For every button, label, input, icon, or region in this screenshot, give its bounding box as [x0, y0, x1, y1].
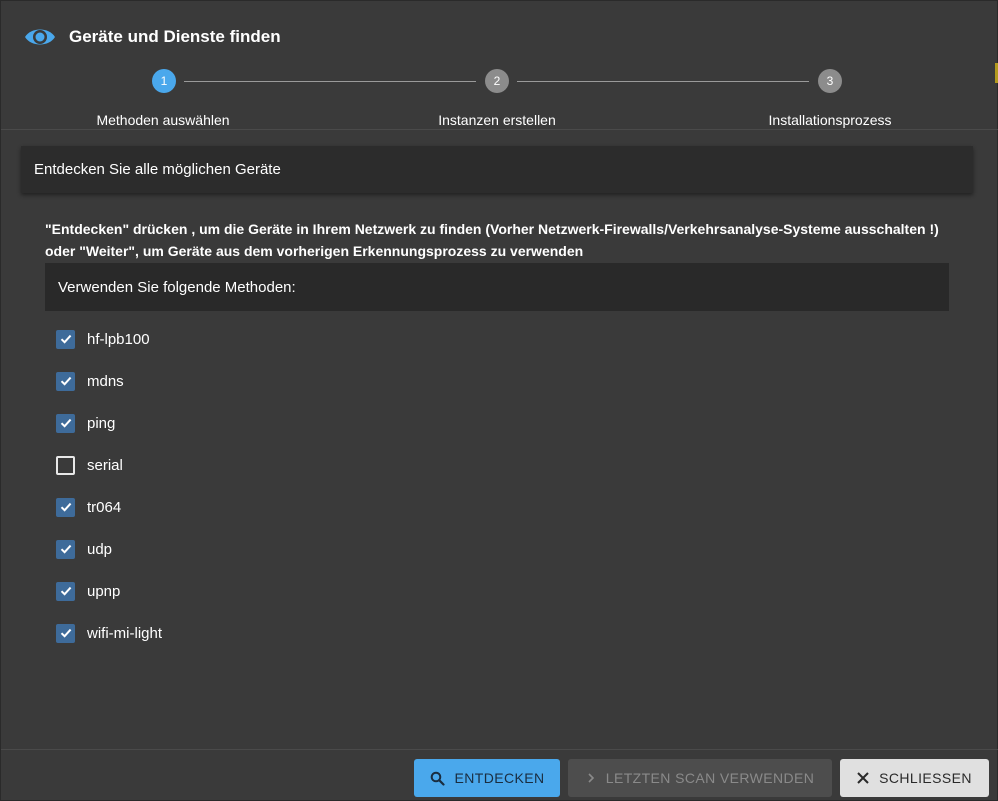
method-checkbox[interactable] — [56, 539, 75, 559]
step-connector-2 — [517, 81, 809, 82]
method-checkbox[interactable] — [56, 497, 75, 517]
close-button[interactable]: SCHLIESSEN — [840, 759, 989, 797]
section-title-bar: Entdecken Sie alle möglichen Geräte — [21, 146, 973, 193]
step-3-label: Installationsprozess — [768, 112, 892, 128]
checkmark-icon — [60, 586, 71, 596]
method-row[interactable]: upnp — [56, 570, 162, 612]
use-last-scan-button-label: LETZTEN SCAN VERWENDEN — [605, 770, 815, 786]
method-label: wifi-mi-light — [87, 624, 162, 642]
dialog-header: Geräte und Dienste finden — [23, 23, 281, 51]
checkmark-icon — [60, 628, 71, 638]
close-icon — [857, 772, 869, 784]
checkmark-icon — [60, 334, 71, 344]
method-checkbox[interactable] — [56, 581, 75, 601]
checkmark-icon — [60, 418, 71, 428]
method-checkbox[interactable] — [56, 413, 75, 433]
method-label: udp — [87, 540, 113, 558]
method-row[interactable]: wifi-mi-light — [56, 612, 162, 654]
methods-list: hf-lpb100 mdns ping serial tr064 udp upnp wifi-… — [56, 318, 162, 654]
method-row[interactable]: serial — [56, 444, 162, 486]
method-label: hf-lpb100 — [87, 330, 150, 348]
methods-header: Verwenden Sie folgende Methoden: — [45, 263, 949, 311]
header-divider — [1, 129, 998, 130]
checkmark-icon — [60, 544, 71, 554]
discover-button[interactable]: ENTDECKEN — [414, 759, 560, 797]
method-row[interactable]: ping — [56, 402, 162, 444]
step-1-circle[interactable]: 1 — [152, 69, 176, 93]
step-connector-1 — [184, 81, 476, 82]
method-row[interactable]: hf-lpb100 — [56, 318, 162, 360]
step-2-circle[interactable]: 2 — [485, 69, 509, 93]
use-last-scan-button[interactable]: LETZTEN SCAN VERWENDEN — [568, 759, 832, 797]
step-3-circle[interactable]: 3 — [818, 69, 842, 93]
method-row[interactable]: tr064 — [56, 486, 162, 528]
discovery-dialog: Geräte und Dienste finden 1 2 3 Methoden… — [0, 0, 998, 801]
checkmark-icon — [60, 376, 71, 386]
method-label: tr064 — [87, 498, 122, 516]
discover-button-label: ENTDECKEN — [454, 770, 545, 786]
footer-divider — [1, 749, 998, 750]
step-2-label: Instanzen erstellen — [438, 112, 556, 128]
dialog-title: Geräte und Dienste finden — [69, 27, 281, 46]
step-1-label: Methoden auswählen — [96, 112, 230, 128]
method-checkbox[interactable] — [56, 623, 75, 643]
stepper: 1 2 3 Methoden auswählen Instanzen erste… — [1, 65, 998, 129]
method-checkbox[interactable] — [56, 371, 75, 391]
method-label: mdns — [87, 372, 124, 390]
search-icon — [430, 771, 445, 786]
checkmark-icon — [60, 502, 71, 512]
eye-icon — [23, 24, 57, 50]
method-row[interactable]: udp — [56, 528, 162, 570]
method-label: upnp — [87, 582, 121, 600]
method-checkbox[interactable] — [56, 329, 75, 349]
close-button-label: SCHLIESSEN — [879, 770, 972, 786]
chevron-right-icon — [586, 772, 596, 784]
method-checkbox[interactable] — [56, 455, 75, 475]
method-label: ping — [87, 414, 116, 432]
method-label: serial — [87, 456, 123, 474]
method-row[interactable]: mdns — [56, 360, 162, 402]
instruction-text: "Entdecken" drücken , um die Geräte in I… — [45, 221, 939, 259]
